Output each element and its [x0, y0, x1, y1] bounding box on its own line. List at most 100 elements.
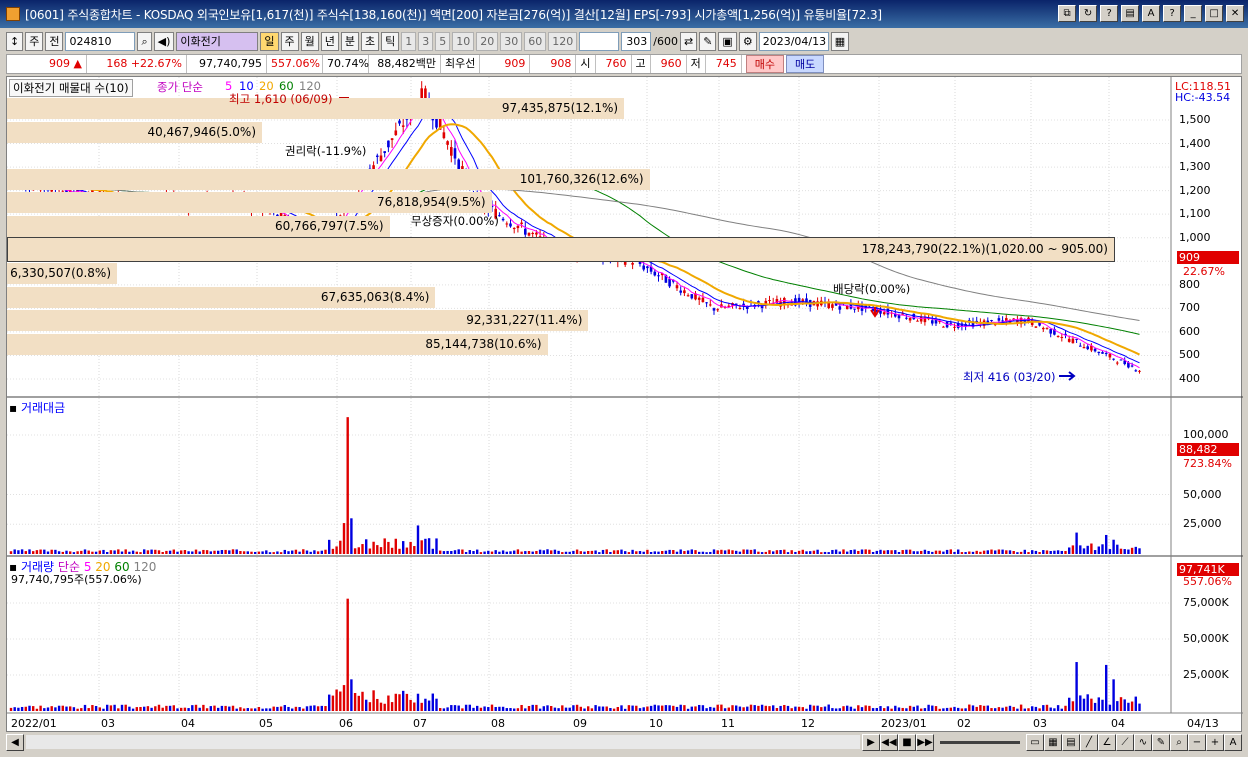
amount-bar — [157, 550, 161, 554]
draw-trend-icon[interactable]: ⟋ — [1116, 733, 1134, 751]
volume-bar — [583, 708, 586, 711]
font-icon[interactable]: A — [1142, 5, 1160, 22]
buy-button[interactable]: 매수 — [745, 55, 784, 73]
settings-icon[interactable]: ⚙ — [738, 32, 757, 51]
amount-bar — [350, 518, 353, 554]
amount-bar — [309, 551, 312, 554]
amount-bar — [87, 550, 90, 554]
stop-icon[interactable]: ■ — [898, 733, 916, 751]
interval-30[interactable]: 30 — [500, 32, 523, 51]
amount-bar — [827, 552, 830, 554]
code-input[interactable]: 024810 — [65, 32, 136, 51]
volume-bar — [120, 704, 124, 711]
refresh-icon[interactable]: ↻ — [1079, 5, 1097, 22]
scroll-track[interactable] — [26, 735, 860, 749]
volume-bar — [527, 705, 531, 711]
high-label: 고 — [632, 55, 651, 73]
amount-bar — [265, 550, 268, 554]
interval-60[interactable]: 60 — [524, 32, 547, 51]
interval-10[interactable]: 10 — [452, 32, 475, 51]
chart-type-icon[interactable]: ▭ — [1026, 733, 1044, 751]
minimize-button[interactable]: _ — [1184, 5, 1202, 22]
close-button[interactable]: ✕ — [1226, 5, 1244, 22]
count-input[interactable]: 303 — [621, 32, 652, 51]
rewind-icon[interactable]: ◀◀ — [880, 733, 898, 751]
zoom-search-icon[interactable]: ⌕ — [1170, 733, 1188, 751]
calendar-icon[interactable]: ▦ — [830, 32, 850, 51]
amount-bar — [294, 549, 298, 554]
amount-bar — [953, 551, 956, 554]
price-panel-title[interactable]: 이화전기 매물대 수(10) — [9, 79, 133, 97]
candle-body — [509, 223, 512, 227]
layout-icon[interactable]: ▤ — [1062, 733, 1080, 751]
help-icon[interactable]: ? — [1163, 5, 1181, 22]
volume-bar — [69, 706, 72, 711]
candle-body — [1138, 370, 1141, 372]
stock-name[interactable]: 이화전기 — [176, 32, 259, 51]
amount-bar — [823, 551, 827, 554]
period-year[interactable]: 년 — [320, 32, 339, 51]
compare-icon[interactable]: ⇄ — [679, 32, 698, 51]
period-tick[interactable]: 틱 — [381, 32, 400, 51]
period-second[interactable]: 초 — [361, 32, 380, 51]
amount-bar — [849, 550, 853, 554]
search-icon[interactable]: ⌕ — [137, 32, 152, 51]
sell-button[interactable]: 매도 — [786, 55, 825, 73]
draw-line-icon[interactable]: ╱ — [1080, 733, 1098, 751]
interval-5[interactable]: 5 — [435, 32, 451, 51]
market-select[interactable]: 주 — [25, 32, 44, 51]
volume-bar — [509, 708, 512, 711]
interval-120[interactable]: 120 — [548, 32, 578, 51]
period-week[interactable]: 주 — [280, 32, 299, 51]
volume-bar — [760, 704, 764, 711]
link-toggle-icon[interactable]: ↕ — [6, 32, 24, 51]
amount-bar — [746, 549, 749, 554]
volume-bar — [54, 707, 57, 711]
amount-bar — [1090, 543, 1093, 554]
chart-area[interactable]: 이화전기 매물대 수(10) 종가 단순 5 10 20 60 120 LC:1… — [6, 76, 1243, 732]
interval-3[interactable]: 3 — [418, 32, 434, 51]
amount-bar — [631, 549, 634, 554]
volume-bar — [180, 707, 183, 711]
amount-bar — [1064, 551, 1067, 554]
amount-bar — [668, 549, 671, 554]
candle-body — [1075, 338, 1078, 340]
print-icon[interactable]: ▤ — [1121, 5, 1139, 22]
title-buttons: ⧉ ↻ ? ▤ A ? _ □ ✕ — [1058, 5, 1244, 22]
maximize-button[interactable]: □ — [1205, 5, 1223, 22]
zoom-out-icon[interactable]: − — [1188, 733, 1206, 751]
volume-bar — [365, 699, 368, 711]
grid-icon[interactable]: ▦ — [1044, 733, 1062, 751]
period-minute[interactable]: 분 — [340, 32, 360, 51]
interval-1[interactable]: 1 — [401, 32, 417, 51]
zoom-slider[interactable] — [940, 740, 1020, 744]
period-day[interactable]: 일 — [260, 32, 279, 51]
volume-bar — [1090, 698, 1093, 711]
volume-bar — [524, 708, 527, 711]
low-annotation: 최저 416 (03/20) — [963, 370, 1056, 384]
scroll-left-button[interactable]: ◀ — [6, 733, 24, 751]
play-icon[interactable]: ▶ — [862, 733, 880, 751]
link-icon[interactable]: ⧉ — [1058, 5, 1076, 22]
trend-icon[interactable]: ✎ — [699, 32, 717, 51]
zoom-in-icon[interactable]: + — [1206, 733, 1224, 751]
interval-custom-input[interactable] — [579, 32, 620, 51]
date-input[interactable]: 2023/04/13 — [758, 32, 829, 51]
font-size-icon[interactable]: A — [1224, 733, 1242, 751]
volume-bar — [1008, 705, 1012, 711]
edit-icon[interactable]: ✎ — [1152, 733, 1170, 751]
volume-bar — [424, 698, 427, 711]
volume-bar — [298, 707, 301, 711]
amount-bar — [194, 549, 198, 554]
period-month[interactable]: 월 — [300, 32, 319, 51]
interval-20[interactable]: 20 — [476, 32, 499, 51]
prev-button[interactable]: 전 — [45, 32, 64, 51]
save-icon[interactable]: ▣ — [718, 32, 737, 51]
volume-bar — [32, 706, 35, 711]
help-doc-icon[interactable]: ? — [1100, 5, 1118, 22]
draw-angle-icon[interactable]: ∠ — [1098, 733, 1116, 751]
speaker-icon[interactable]: ◀) — [153, 32, 175, 51]
fast-forward-icon[interactable]: ▶▶ — [916, 733, 934, 751]
scroll-bar[interactable]: ◀ ▶ ◀◀ ■ ▶▶ ▭ ▦ ▤ ╱ ∠ ⟋ ∿ ✎ ⌕ − + A — [6, 733, 1242, 751]
draw-curve-icon[interactable]: ∿ — [1134, 733, 1152, 751]
